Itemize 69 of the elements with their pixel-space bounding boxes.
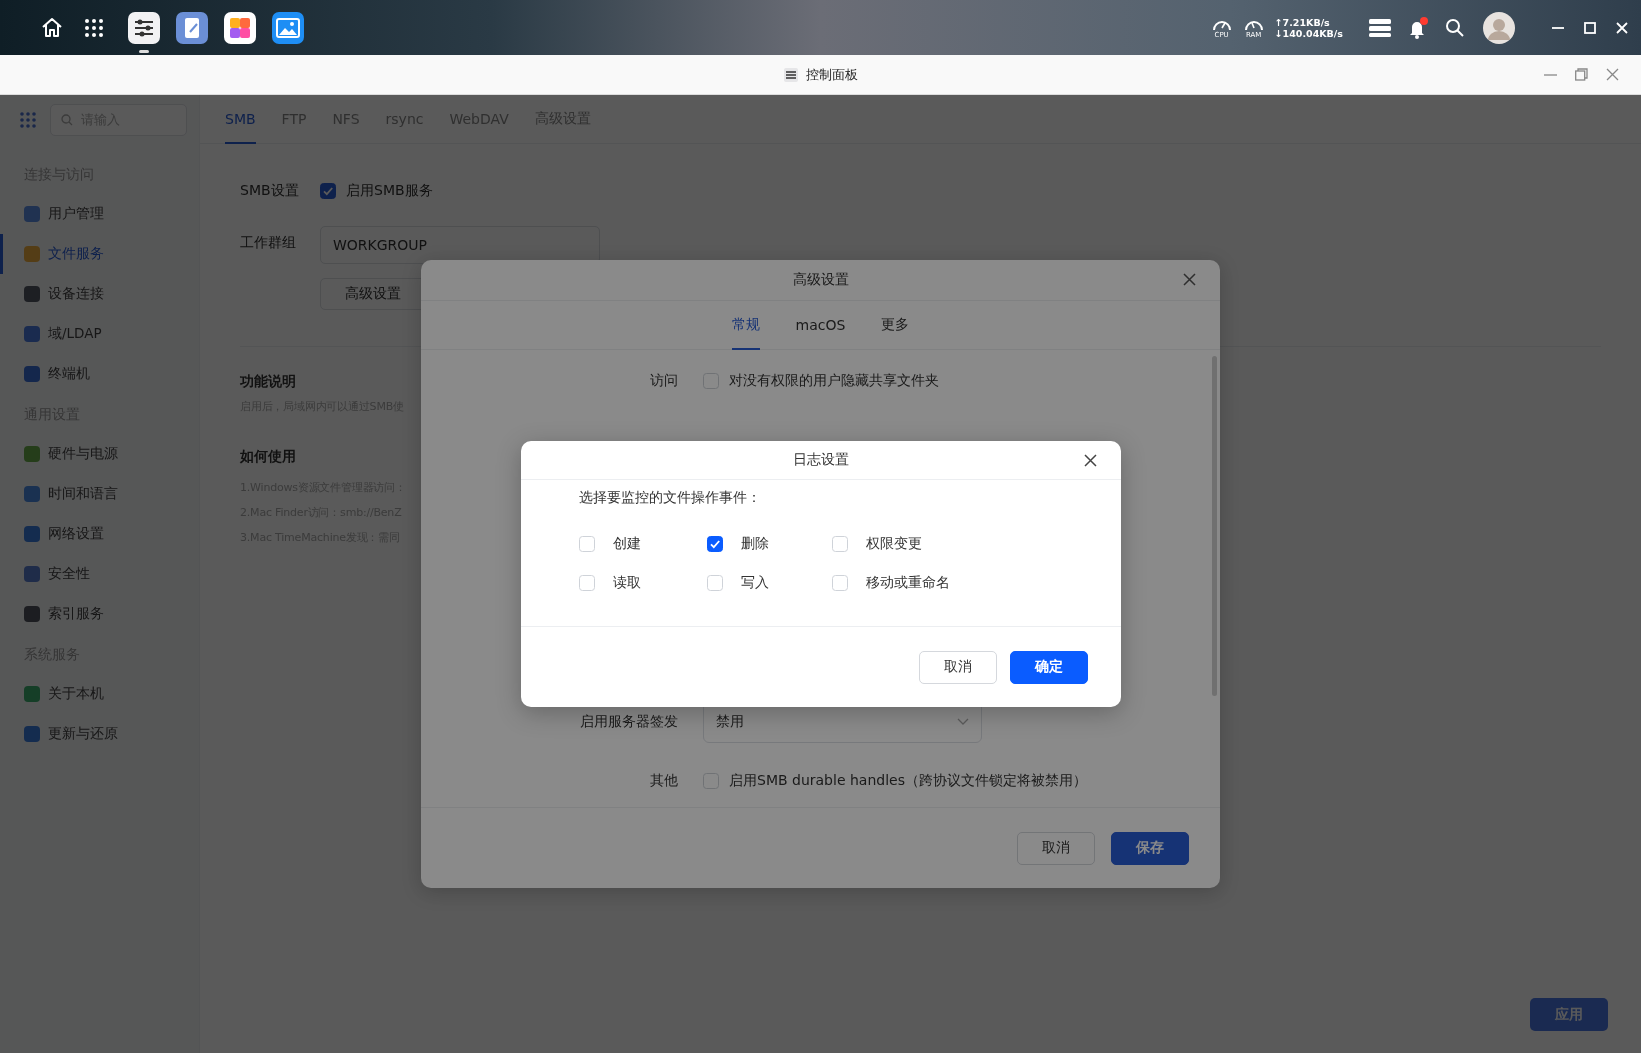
- sidebar-item[interactable]: 域/LDAP: [0, 314, 199, 354]
- checkbox-label: 删除: [741, 535, 769, 553]
- sidebar-item[interactable]: 硬件与电源: [0, 434, 199, 474]
- field-label: SMB设置: [240, 182, 300, 200]
- field-label: 其他: [649, 772, 678, 790]
- field-label: 访问: [649, 372, 678, 390]
- checkbox-label: 启用SMB durable handles（跨协议文件锁定将被禁用）: [729, 772, 1087, 790]
- app-grid-icon[interactable]: [84, 17, 104, 38]
- sidebar-item-label: 域/LDAP: [48, 325, 102, 343]
- checkbox-label: 启用SMB服务: [346, 182, 433, 200]
- checkbox-label: 创建: [613, 535, 641, 553]
- sliders-icon: [783, 67, 798, 82]
- restore-icon[interactable]: [1575, 68, 1588, 81]
- apply-button[interactable]: 应用: [1530, 998, 1608, 1031]
- cancel-button[interactable]: 取消: [1017, 831, 1095, 865]
- field-label: 工作群组: [240, 234, 297, 252]
- dialog-title: 高级设置: [792, 271, 849, 289]
- window-title: 控制面板: [805, 65, 858, 84]
- tab[interactable]: SMB: [225, 95, 256, 144]
- sidebar-item[interactable]: 索引服务: [0, 594, 199, 634]
- chevron-down-icon: [957, 717, 969, 726]
- checkbox-label: 移动或重命名: [866, 574, 950, 592]
- scrollbar[interactable]: [1212, 356, 1217, 696]
- sidebar-item-label: 索引服务: [48, 605, 104, 623]
- tab[interactable]: macOS: [795, 301, 846, 350]
- prompt-text: 选择要监控的文件操作事件：: [579, 489, 761, 505]
- sidebar-item-label: 更新与还原: [48, 725, 118, 743]
- close-icon[interactable]: [1084, 454, 1097, 467]
- checkbox-label: 写入: [741, 574, 769, 592]
- maximize-icon[interactable]: [1583, 20, 1597, 35]
- dialog-title: 日志设置: [793, 451, 849, 469]
- checkbox-label: 权限变更: [866, 535, 922, 553]
- tab[interactable]: 常规: [731, 301, 760, 350]
- server-icon[interactable]: [1369, 17, 1391, 38]
- sidebar-item[interactable]: 网络设置: [0, 514, 199, 554]
- upload-speed: ↑7.21KB/s: [1274, 16, 1331, 28]
- checkbox[interactable]: [707, 536, 723, 552]
- section-heading: 功能说明: [240, 373, 296, 391]
- sidebar-item[interactable]: 终端机: [0, 354, 199, 394]
- sidebar-item[interactable]: 时间和语言: [0, 474, 199, 514]
- cancel-button[interactable]: 取消: [919, 650, 997, 684]
- sidebar-item[interactable]: 设备连接: [0, 274, 199, 314]
- select-value: 禁用: [716, 712, 744, 731]
- sidebar-item[interactable]: 用户管理: [0, 194, 199, 234]
- save-button[interactable]: 保存: [1111, 831, 1189, 865]
- home-icon[interactable]: [40, 15, 64, 40]
- sidebar-item-label: 时间和语言: [48, 485, 118, 503]
- sidebar-item[interactable]: 更新与还原: [0, 714, 199, 754]
- sidebar-item-label: 硬件与电源: [48, 445, 118, 463]
- search-icon[interactable]: [1445, 17, 1465, 38]
- sidebar-item-label: 用户管理: [48, 205, 104, 223]
- sidebar-item-label: 设备连接: [48, 285, 104, 303]
- sidebar-item[interactable]: 文件服务: [0, 234, 199, 274]
- field-label: 启用服务器签发: [579, 712, 678, 731]
- sidebar-item-label: 安全性: [48, 565, 90, 583]
- sidebar-item-label: 终端机: [48, 365, 90, 383]
- sidebar-item-label: 网络设置: [48, 525, 104, 543]
- sidebar-item-label: 文件服务: [48, 245, 104, 263]
- tab[interactable]: 更多: [881, 301, 910, 350]
- ok-button[interactable]: 确定: [1010, 650, 1088, 684]
- sliders-app-icon[interactable]: [128, 11, 160, 54]
- sidebar-item[interactable]: 安全性: [0, 554, 199, 594]
- download-speed: ↓140.04KB/s: [1274, 27, 1343, 39]
- section-heading: 如何使用: [240, 448, 296, 466]
- avatar[interactable]: [1483, 11, 1515, 44]
- search-icon: [61, 114, 73, 126]
- checkbox-label: 对没有权限的用户隐藏共享文件夹: [729, 372, 939, 390]
- checkbox-label: 读取: [613, 574, 641, 592]
- checkbox[interactable]: [320, 183, 336, 199]
